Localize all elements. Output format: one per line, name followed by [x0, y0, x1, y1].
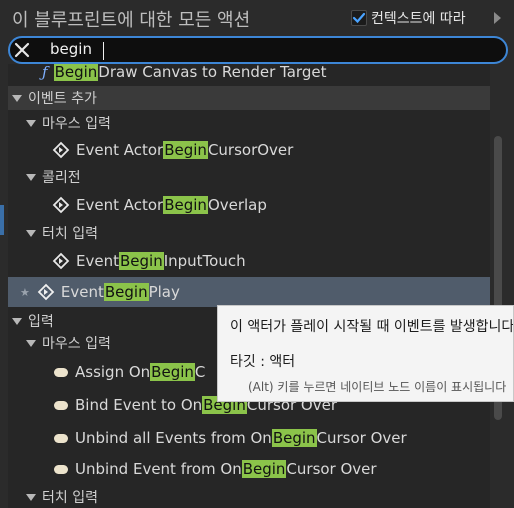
list-item[interactable]: Unbind all Events from On Begin Cursor O…	[8, 425, 490, 451]
chevron-down-icon	[12, 317, 22, 325]
panel-title: 이 블루프린트에 대한 모든 액션	[12, 10, 251, 31]
subcategory-mouse-input[interactable]: 마우스 입력	[8, 110, 490, 136]
context-sensitive-toggle[interactable]: 컨텍스트에 따라	[351, 8, 466, 28]
list-item[interactable]: Event Actor Begin CursorOver	[8, 137, 490, 163]
context-checkbox[interactable]	[351, 10, 367, 26]
match-highlight: Begin	[163, 196, 208, 214]
item-label-pre: Event	[60, 283, 104, 301]
category-add-event[interactable]: 이벤트 추가	[8, 86, 490, 110]
list-item[interactable]: Unbind Event from On Begin Cursor Over	[8, 456, 490, 482]
match-highlight: Begin	[150, 363, 195, 381]
item-label-post: Overlap	[207, 196, 267, 214]
text-caret	[103, 42, 104, 60]
match-highlight: Begin	[53, 64, 99, 81]
tooltip-popup: 이 액터가 플레이 시작될 때 이벤트를 발생합니다 타깃 : 액터 (Alt)…	[217, 305, 514, 402]
favorite-star-icon[interactable]: ★	[20, 286, 30, 299]
item-label-post: Draw Canvas to Render Target	[98, 64, 327, 81]
item-label-post: Play	[148, 283, 180, 301]
item-label-post: InputTouch	[163, 252, 246, 270]
event-node-icon	[37, 283, 55, 301]
tooltip-target: 타깃 : 액터	[230, 354, 296, 370]
category-label: 입력	[28, 314, 54, 330]
item-label-pre: Event	[76, 252, 119, 270]
event-node-icon	[52, 252, 70, 270]
subcategory-label: 터치 입력	[42, 226, 98, 242]
list-item-selected[interactable]: ★ Event Begin Play	[8, 277, 490, 307]
item-label-pre: Unbind Event from On	[75, 460, 242, 478]
item-label-post: CursorOver	[207, 141, 294, 159]
subcategory-touch-input[interactable]: 터치 입력	[8, 220, 490, 246]
action-list[interactable]: ƒ Begin Draw Canvas to Render Target 이벤트…	[8, 64, 490, 508]
expand-arrow-icon[interactable]	[494, 12, 501, 24]
match-highlight: Begin	[103, 283, 149, 301]
item-label-pre: Event Actor	[76, 141, 164, 159]
left-panel-edge	[0, 205, 4, 235]
match-highlight: Begin	[271, 429, 317, 447]
checkmark-icon	[352, 12, 366, 24]
category-label: 이벤트 추가	[28, 91, 97, 107]
subcategory-label: 터치 입력	[42, 490, 98, 506]
item-label-post: Cursor Over	[286, 460, 377, 478]
search-input[interactable]: begin	[50, 40, 92, 58]
clear-search-icon[interactable]	[14, 42, 30, 58]
chevron-down-icon	[26, 119, 36, 127]
tooltip-description: 이 액터가 플레이 시작될 때 이벤트를 발생합니다	[230, 319, 514, 335]
tooltip-hint: (Alt) 키를 누르면 네이티브 노드 이름이 표시됩니다	[248, 380, 507, 394]
item-label-pre: Unbind all Events from On	[75, 429, 272, 447]
subcategory-label: 마우스 입력	[42, 116, 111, 132]
match-highlight: Begin	[241, 460, 287, 478]
item-label-pre: Event Actor	[76, 196, 164, 214]
event-node-icon	[52, 196, 70, 214]
item-label-pre: Bind Event to On	[75, 396, 203, 414]
list-item[interactable]: Event Actor Begin Overlap	[8, 192, 490, 218]
item-label-pre: Assign On	[75, 363, 151, 381]
list-item[interactable]: ƒ Begin Draw Canvas to Render Target	[8, 64, 490, 85]
item-label-post: Cursor Over	[316, 429, 407, 447]
function-icon: ƒ	[42, 64, 48, 81]
chevron-down-icon	[26, 173, 36, 181]
chevron-down-icon	[26, 339, 36, 347]
delegate-icon	[54, 464, 68, 474]
list-item[interactable]: Event Begin InputTouch	[8, 248, 490, 274]
subcategory-collision[interactable]: 콜리전	[8, 164, 490, 190]
subcategory-label: 콜리전	[42, 170, 81, 186]
delegate-icon	[54, 400, 68, 410]
subcategory-label: 마우스 입력	[42, 336, 111, 352]
delegate-icon	[54, 367, 68, 377]
chevron-down-icon	[26, 229, 36, 237]
subcategory-touch-input[interactable]: 터치 입력	[8, 484, 490, 508]
delegate-icon	[54, 433, 68, 443]
event-node-icon	[52, 141, 70, 159]
chevron-down-icon	[26, 493, 36, 501]
context-label: 컨텍스트에 따라	[371, 11, 466, 27]
match-highlight: Begin	[163, 141, 208, 159]
match-highlight: Begin	[118, 252, 164, 270]
chevron-down-icon	[12, 94, 22, 102]
item-label-post: C	[194, 363, 206, 381]
